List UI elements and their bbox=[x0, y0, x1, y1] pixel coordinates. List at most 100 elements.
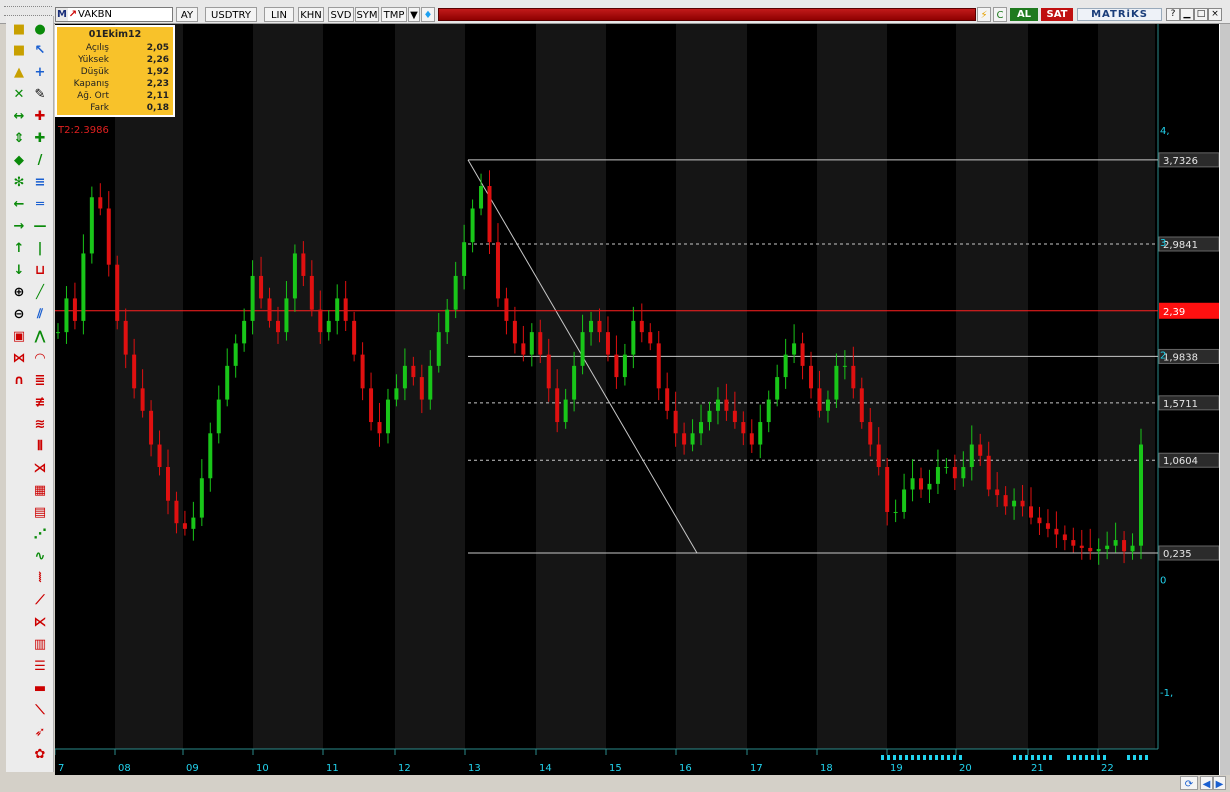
fan-icon[interactable]: ⋈ bbox=[11, 351, 27, 367]
open-icon[interactable]: ■ bbox=[11, 43, 27, 59]
price-chart[interactable]: 3,7326 2,9841 1,9838 1,5711 1,0604 0,235 2,39 4… bbox=[55, 24, 1219, 775]
lock-icon[interactable]: ● bbox=[32, 22, 48, 38]
refresh-icon[interactable]: C bbox=[993, 7, 1007, 22]
symbol-box[interactable]: M ↗VAKBN bbox=[55, 7, 173, 22]
candle-body bbox=[1122, 540, 1127, 552]
buy-button[interactable]: AL bbox=[1010, 8, 1038, 21]
fibonacci-time-icon[interactable]: ⦀ bbox=[32, 439, 48, 455]
period-button[interactable]: AY bbox=[176, 7, 198, 22]
lightning-icon[interactable]: ⚡ bbox=[977, 7, 991, 22]
day-band bbox=[676, 24, 747, 749]
candle-body bbox=[428, 365, 433, 400]
khn-button[interactable]: KHN bbox=[298, 7, 324, 22]
candle-body bbox=[504, 298, 509, 321]
candle-body bbox=[436, 332, 441, 366]
event-marker bbox=[1067, 755, 1070, 760]
bell-icon[interactable]: ▲ bbox=[11, 65, 27, 81]
vertical-line-icon[interactable]: | bbox=[32, 241, 48, 257]
twitter-bird-icon[interactable]: ♦ bbox=[421, 7, 435, 22]
toolbar-grip[interactable] bbox=[4, 6, 52, 16]
info-row-change: Fark 0,18 bbox=[90, 103, 169, 113]
parallel-lines-icon[interactable]: ═ bbox=[32, 197, 48, 213]
gear-icon[interactable]: ✻ bbox=[11, 175, 27, 191]
candle-body bbox=[555, 388, 560, 423]
gann-grid-icon[interactable]: ▤ bbox=[32, 505, 48, 521]
pencil-icon[interactable]: ✎ bbox=[32, 87, 48, 103]
horizontal-expand-icon[interactable]: ↔ bbox=[11, 109, 27, 125]
linear-scale-button[interactable]: LIN bbox=[264, 7, 294, 22]
trend-line-icon[interactable]: ╱ bbox=[32, 285, 48, 301]
scroll-left-icon[interactable]: ← bbox=[11, 197, 27, 213]
day-band bbox=[115, 24, 183, 749]
help-icon[interactable]: ? bbox=[1166, 8, 1180, 21]
minimize-icon[interactable]: ▁ bbox=[1180, 8, 1194, 21]
candle-body bbox=[673, 410, 678, 434]
x-tick-label: 17 bbox=[750, 763, 763, 774]
chart-area[interactable]: 3,7326 2,9841 1,9838 1,5711 1,0604 0,235 2,39 4… bbox=[55, 24, 1219, 775]
regression-icon[interactable]: ⟋ bbox=[32, 593, 48, 609]
candle-body bbox=[242, 320, 247, 344]
percent-lines-icon[interactable]: ▥ bbox=[32, 637, 48, 653]
svd-button[interactable]: SVD bbox=[328, 7, 354, 22]
scroll-down-icon[interactable]: ↓ bbox=[11, 263, 27, 279]
andrews-icon[interactable]: ⋉ bbox=[32, 615, 48, 631]
hammer-icon[interactable]: ✚ bbox=[32, 109, 48, 125]
arrow-tool-icon[interactable]: ➶ bbox=[32, 725, 48, 741]
arc-icon[interactable]: ◠ bbox=[32, 351, 48, 367]
cycle-lines-icon[interactable]: ⦚ bbox=[32, 571, 48, 587]
fibonacci-retracement-icon[interactable]: ≣ bbox=[32, 373, 48, 389]
candle-body bbox=[809, 365, 814, 389]
crosshair-icon[interactable]: + bbox=[32, 65, 48, 81]
currency-button[interactable]: USDTRY bbox=[205, 7, 257, 22]
settings-tool-icon[interactable]: ✿ bbox=[32, 747, 48, 763]
cursor-arrow-icon[interactable]: ↖ bbox=[32, 43, 48, 59]
close-icon[interactable]: × bbox=[1208, 8, 1222, 21]
ruler-icon[interactable]: / bbox=[32, 153, 48, 169]
text-lines-icon[interactable]: ☰ bbox=[32, 659, 48, 675]
scissors-icon[interactable]: ✕ bbox=[11, 87, 27, 103]
magnet-icon[interactable]: ∩ bbox=[11, 373, 27, 389]
maximize-icon[interactable]: □ bbox=[1194, 8, 1208, 21]
vertical-expand-icon[interactable]: ◆ bbox=[11, 153, 27, 169]
diagonal-icon[interactable]: ⟍ bbox=[32, 703, 48, 719]
scroll-right-icon[interactable]: → bbox=[11, 219, 27, 235]
template-button[interactable]: TMP bbox=[381, 7, 407, 22]
candle-body bbox=[876, 444, 881, 468]
y-tick-label: 4, bbox=[1160, 126, 1170, 137]
event-marker bbox=[1091, 755, 1094, 760]
elliott-wave-icon[interactable]: ∿ bbox=[32, 549, 48, 565]
candle-body bbox=[682, 433, 687, 445]
magnifier-icon[interactable]: ⊖ bbox=[11, 307, 27, 323]
fibonacci-arc-icon[interactable]: ≋ bbox=[32, 417, 48, 433]
event-marker bbox=[953, 755, 956, 760]
scroll-chart-right-icon[interactable]: ▶ bbox=[1213, 776, 1226, 790]
horizontal-line-icon[interactable]: — bbox=[32, 219, 48, 235]
save-icon[interactable]: ■ bbox=[11, 22, 27, 38]
candle-body bbox=[495, 242, 500, 299]
template-dropdown-icon[interactable]: ▼ bbox=[408, 7, 420, 22]
sell-button[interactable]: SAT bbox=[1041, 8, 1073, 21]
sync-icon[interactable]: ⟳ bbox=[1180, 776, 1198, 790]
pitchfork-icon[interactable]: ⋀ bbox=[32, 329, 48, 345]
bracket-icon[interactable]: ⊔ bbox=[32, 263, 48, 279]
candle-body bbox=[81, 253, 86, 321]
zoom-icon[interactable]: ⊕ bbox=[11, 285, 27, 301]
event-marker bbox=[881, 755, 884, 760]
level-lines-icon[interactable]: ▬ bbox=[32, 681, 48, 697]
scroll-chart-left-icon[interactable]: ◀ bbox=[1200, 776, 1213, 790]
x-tick-label: 20 bbox=[959, 763, 972, 774]
gann-fan-icon[interactable]: ⋊ bbox=[32, 461, 48, 477]
list-icon[interactable]: ≡ bbox=[32, 175, 48, 191]
scroll-up-icon[interactable]: ↑ bbox=[11, 241, 27, 257]
right-scroll-pane[interactable] bbox=[1219, 24, 1230, 775]
chart-type-icon[interactable]: ▣ bbox=[11, 329, 27, 345]
candle-body bbox=[859, 388, 864, 423]
sym-button[interactable]: SYM bbox=[355, 7, 379, 22]
channel-icon[interactable]: ⫽ bbox=[32, 307, 48, 323]
vertical-shrink-icon[interactable]: ⇕ bbox=[11, 131, 27, 147]
gann-box-icon[interactable]: ▦ bbox=[32, 483, 48, 499]
fibonacci-fan-icon[interactable]: ≢ bbox=[32, 395, 48, 411]
zoom-in-icon[interactable]: ✚ bbox=[32, 131, 48, 147]
speed-line-icon[interactable]: ⋰ bbox=[32, 527, 48, 543]
candle-body bbox=[732, 410, 737, 423]
